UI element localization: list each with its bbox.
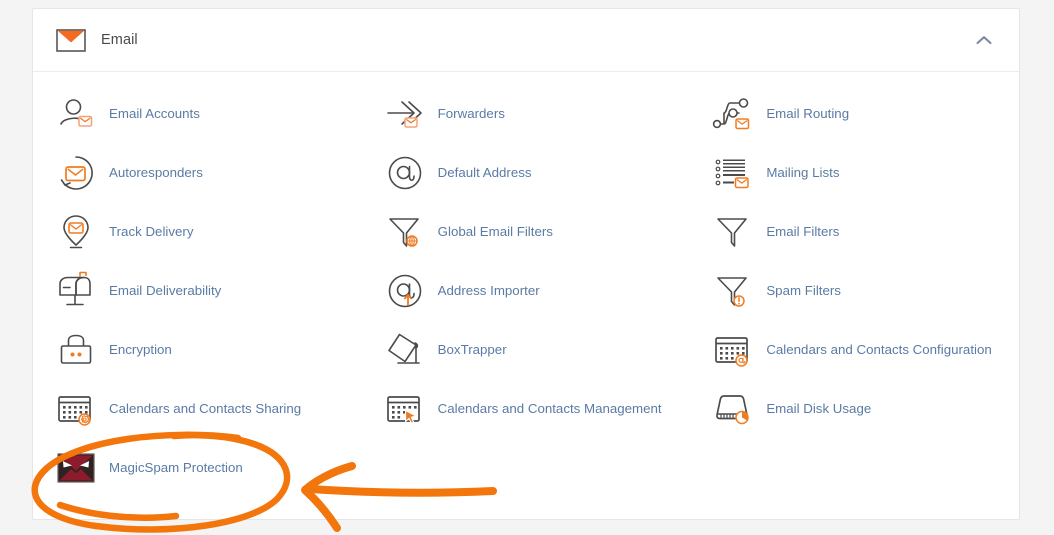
tool-item-email-filters[interactable]: Email Filters [690, 202, 1019, 261]
tool-label[interactable]: Calendars and Contacts Sharing [109, 400, 301, 417]
tool-item-email-accounts[interactable]: Email Accounts [33, 84, 362, 143]
tool-item-encryption[interactable]: Encryption [33, 320, 362, 379]
mailbox-flag-icon [53, 268, 99, 314]
email-tools-grid: Email Accounts Forwarders Email Routing … [33, 84, 1019, 497]
tool-label[interactable]: Email Filters [766, 223, 839, 240]
tool-label[interactable]: BoxTrapper [438, 341, 507, 358]
tool-item-calendars-contacts-sharing[interactable]: Calendars and Contacts Sharing [33, 379, 362, 438]
tool-label[interactable]: Encryption [109, 341, 172, 358]
tool-item-forwarders[interactable]: Forwarders [362, 84, 691, 143]
tool-label[interactable]: Email Disk Usage [766, 400, 871, 417]
tool-item-address-importer[interactable]: Address Importer [362, 261, 691, 320]
tool-item-autoresponders[interactable]: Autoresponders [33, 143, 362, 202]
envelope-icon [53, 25, 89, 55]
tool-item-calendars-contacts-configuration[interactable]: Calendars and Contacts Configuration [690, 320, 1019, 379]
tool-label[interactable]: Mailing Lists [766, 164, 839, 181]
disk-pie-icon [710, 386, 756, 432]
tool-item-email-deliverability[interactable]: Email Deliverability [33, 261, 362, 320]
tool-item-global-email-filters[interactable]: Global Email Filters [362, 202, 691, 261]
refresh-envelope-icon [53, 150, 99, 196]
tool-item-email-disk-usage[interactable]: Email Disk Usage [690, 379, 1019, 438]
tool-label[interactable]: Default Address [438, 164, 532, 181]
calendar-cursor-icon [382, 386, 428, 432]
tool-item-boxtrapper[interactable]: BoxTrapper [362, 320, 691, 379]
user-envelope-icon [53, 91, 99, 137]
chevron-up-icon[interactable] [971, 27, 997, 53]
calendar-at-icon [710, 327, 756, 373]
funnel-globe-icon [382, 209, 428, 255]
arrows-forward-envelope-icon [382, 91, 428, 137]
tool-label[interactable]: Calendars and Contacts Management [438, 400, 662, 417]
tool-label[interactable]: Forwarders [438, 105, 505, 122]
tool-label[interactable]: Email Routing [766, 105, 849, 122]
email-section-card: Email Email Accounts Forwarders Email Ro… [32, 8, 1020, 520]
tool-item-track-delivery[interactable]: Track Delivery [33, 202, 362, 261]
padlock-icon [53, 327, 99, 373]
map-pin-envelope-icon [53, 209, 99, 255]
page-background: Email Email Accounts Forwarders Email Ro… [0, 0, 1054, 535]
at-upload-icon [382, 268, 428, 314]
at-circle-icon [382, 150, 428, 196]
tool-item-spam-filters[interactable]: Spam Filters [690, 261, 1019, 320]
tool-item-mailing-lists[interactable]: Mailing Lists [690, 143, 1019, 202]
magicspam-angry-envelope-icon [53, 445, 99, 491]
tool-item-default-address[interactable]: Default Address [362, 143, 691, 202]
funnel-icon [710, 209, 756, 255]
tool-label[interactable]: Track Delivery [109, 223, 193, 240]
tool-label[interactable]: Email Deliverability [109, 282, 221, 299]
tool-item-email-routing[interactable]: Email Routing [690, 84, 1019, 143]
email-tools-body: Email Accounts Forwarders Email Routing … [33, 72, 1019, 519]
box-trap-icon [382, 327, 428, 373]
tool-label[interactable]: Email Accounts [109, 105, 200, 122]
tool-label[interactable]: Calendars and Contacts Configuration [766, 341, 991, 358]
tool-label[interactable]: MagicSpam Protection [109, 459, 243, 476]
list-envelope-icon [710, 150, 756, 196]
email-section-header[interactable]: Email [33, 9, 1019, 72]
tool-label[interactable]: Global Email Filters [438, 223, 553, 240]
tool-label[interactable]: Address Importer [438, 282, 540, 299]
routing-nodes-envelope-icon [710, 91, 756, 137]
tool-label[interactable]: Spam Filters [766, 282, 841, 299]
tool-item-calendars-contacts-management[interactable]: Calendars and Contacts Management [362, 379, 691, 438]
tool-item-magicspam-protection[interactable]: MagicSpam Protection [33, 438, 362, 497]
page-title: Email [101, 32, 138, 48]
funnel-alert-icon [710, 268, 756, 314]
tool-label[interactable]: Autoresponders [109, 164, 203, 181]
calendar-gear-icon [53, 386, 99, 432]
